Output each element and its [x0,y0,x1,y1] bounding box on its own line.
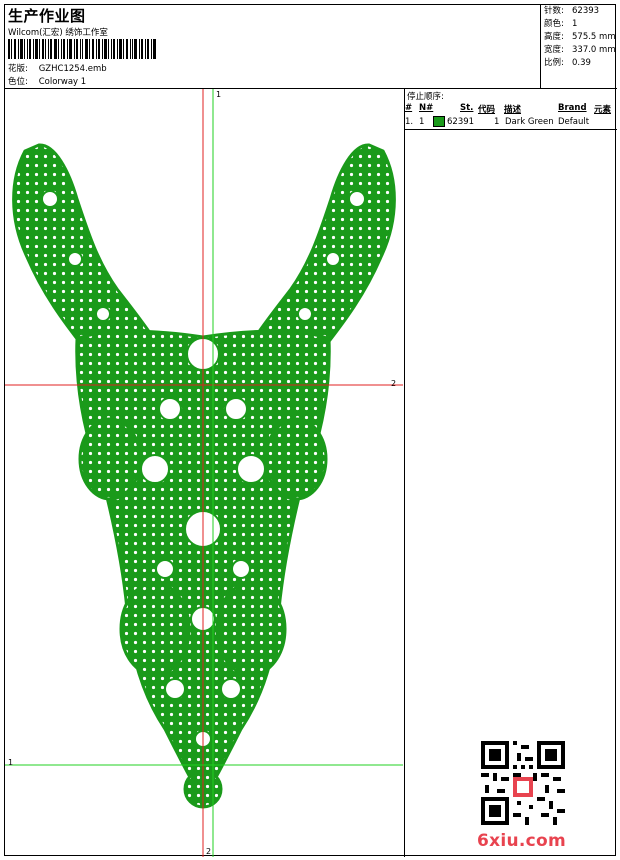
guide-label-right: 2 [391,379,397,388]
col-header-element: 元素 [594,105,612,115]
design-label: 花版: [8,64,28,74]
stat-width: 宽度: 337.0 mm [544,45,616,55]
row-description: Dark Green [505,117,554,127]
stop-sequence-panel: 停止顺序: # N# St. 代码 描述 Brand 元素 1. 1 62391… [405,89,617,857]
stop-sequence-title: 停止顺序: [407,92,444,102]
design-stats: 针数: 62393 颜色: 1 高度: 575.5 mm 宽度: 337.0 mm 比例… [541,5,617,89]
col-header-index: # [405,103,413,113]
table-divider [405,129,617,130]
row-code: 1 [494,117,500,127]
col-header-brand: Brand [558,103,587,113]
row-n: 1 [419,117,425,127]
watermark-logo: 6xiu.com [477,831,567,851]
guide-label-left: 1 [8,758,14,767]
colorway-label: 色位: [8,77,28,87]
company-name: Wilcom(汇宏) 绣饰工作室 [8,28,108,38]
row-index: 1. [405,117,414,127]
colorway-value: Colorway 1 [38,77,87,87]
design-file-value: GZHC1254.emb [38,64,107,74]
design-canvas: 1 2 1 2 [5,89,405,857]
design-file-row: 花版: GZHC1254.emb [8,62,107,74]
colorway-row: 色位: Colorway 1 [8,75,86,87]
qr-code-icon [481,741,565,825]
stat-stitches: 针数: 62393 [544,6,600,16]
guide-label-top: 1 [216,90,222,99]
production-sheet: 生产作业图 Wilcom(汇宏) 绣饰工作室 花版: GZHC1254.emb … [4,4,617,857]
col-header-code: 代码 [478,105,496,115]
lace-shape [12,143,396,809]
stat-colors: 颜色: 1 [544,19,578,29]
col-header-n: N# [419,103,434,113]
row-stitches: 62391 [447,117,475,127]
guide-label-bottom: 2 [206,847,212,856]
barcode-icon [8,39,156,59]
stat-scale: 比例: 0.39 [544,58,591,68]
header-info: 生产作业图 Wilcom(汇宏) 绣饰工作室 花版: GZHC1254.emb … [5,5,541,89]
lace-design-preview [5,89,403,857]
stat-height: 高度: 575.5 mm [544,32,616,42]
col-header-stitches: St. [460,103,474,113]
row-brand: Default [558,117,590,127]
page-title: 生产作业图 [8,7,86,25]
col-header-description: 描述 [504,105,522,115]
color-swatch [433,116,445,127]
